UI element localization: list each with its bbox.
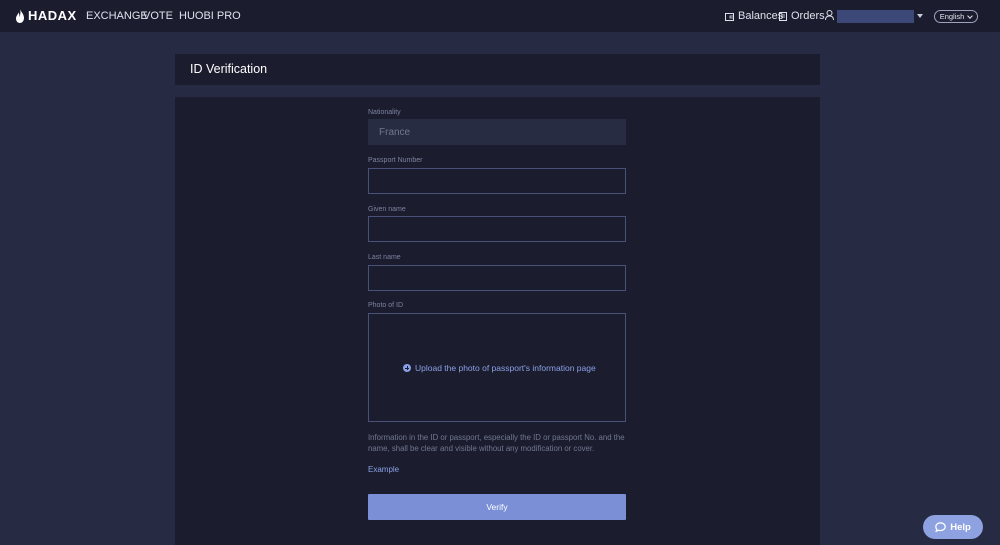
example-link[interactable]: Example bbox=[368, 465, 399, 474]
upload-photo-text: Upload the photo of passport's informati… bbox=[415, 363, 596, 373]
given-name-input[interactable] bbox=[368, 216, 626, 242]
chat-bubble-icon bbox=[935, 522, 947, 532]
wallet-icon bbox=[725, 12, 734, 21]
passport-number-label: Passport Number bbox=[368, 157, 423, 164]
plus-circle-icon bbox=[403, 364, 411, 372]
language-label: English bbox=[939, 12, 965, 21]
photo-of-id-label: Photo of ID bbox=[368, 302, 404, 309]
last-name-input[interactable] bbox=[368, 265, 626, 291]
caret-down-icon[interactable] bbox=[917, 14, 923, 18]
orders-link[interactable]: Orders bbox=[779, 0, 825, 32]
nav-vote[interactable]: VOTE bbox=[143, 0, 173, 32]
photo-upload-area[interactable]: Upload the photo of passport's informati… bbox=[368, 313, 626, 422]
given-name-label: Given name bbox=[368, 206, 406, 213]
orders-label: Orders bbox=[791, 10, 825, 22]
top-navigation-bar: HADAX EXCHANGE VOTE HUOBI PRO Balances O… bbox=[0, 0, 1000, 32]
page-title-panel: ID Verification bbox=[175, 54, 820, 85]
nav-exchange[interactable]: EXCHANGE bbox=[86, 0, 148, 32]
balances-label: Balances bbox=[738, 10, 784, 22]
brand-name: HADAX bbox=[28, 8, 77, 23]
balances-link[interactable]: Balances bbox=[725, 0, 783, 32]
flame-icon bbox=[16, 8, 24, 23]
verify-button[interactable]: Verify bbox=[368, 494, 626, 520]
chevron-down-icon bbox=[967, 12, 974, 19]
help-button[interactable]: Help bbox=[923, 515, 983, 539]
last-name-label: Last name bbox=[368, 254, 401, 261]
account-name-masked[interactable] bbox=[837, 10, 914, 23]
nav-huobi-pro[interactable]: HUOBI PRO bbox=[179, 0, 241, 32]
id-requirements-text: Information in the ID or passport, espec… bbox=[368, 433, 625, 453]
brand-logo[interactable]: HADAX bbox=[15, 8, 77, 23]
page-title: ID Verification bbox=[190, 62, 268, 76]
document-icon bbox=[779, 11, 787, 21]
nationality-label: Nationality bbox=[368, 109, 401, 116]
language-selector[interactable]: English bbox=[934, 10, 978, 23]
user-icon[interactable] bbox=[825, 10, 834, 20]
nationality-field: France bbox=[368, 119, 626, 145]
upload-photo-link[interactable]: Upload the photo of passport's informati… bbox=[403, 363, 596, 373]
help-label: Help bbox=[950, 521, 971, 533]
passport-number-input[interactable] bbox=[368, 168, 626, 194]
